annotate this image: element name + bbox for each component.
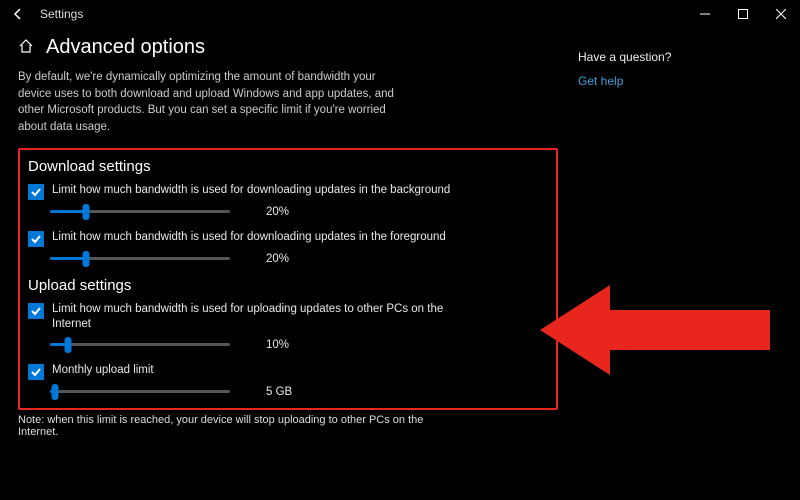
maximize-icon: [738, 9, 748, 19]
titlebar: Settings: [0, 0, 800, 28]
maximize-button[interactable]: [724, 0, 762, 28]
download-foreground-value: 20%: [266, 253, 289, 265]
check-icon: [30, 305, 42, 317]
highlight-box: Download settings Limit how much bandwid…: [18, 148, 558, 410]
monthly-limit-label: Monthly upload limit: [52, 363, 154, 379]
get-help-link[interactable]: Get help: [578, 74, 758, 88]
page-description: By default, we're dynamically optimizing…: [18, 69, 398, 136]
slider-thumb[interactable]: [52, 384, 59, 400]
upload-bandwidth-checkbox[interactable]: [28, 303, 44, 319]
upload-bandwidth-value: 10%: [266, 339, 289, 351]
upload-bandwidth-slider[interactable]: [50, 343, 230, 346]
page-title: Advanced options: [46, 36, 205, 59]
annotation-arrow-icon: [540, 280, 770, 380]
upload-bandwidth-label: Limit how much bandwidth is used for upl…: [52, 302, 482, 333]
download-section-title: Download settings: [28, 158, 548, 175]
window-title: Settings: [40, 7, 83, 21]
download-background-checkbox[interactable]: [28, 184, 44, 200]
check-icon: [30, 233, 42, 245]
monthly-limit-checkbox[interactable]: [28, 364, 44, 380]
download-foreground-label: Limit how much bandwidth is used for dow…: [52, 230, 446, 246]
monthly-limit-value: 5 GB: [266, 386, 292, 398]
download-foreground-checkbox[interactable]: [28, 231, 44, 247]
download-background-label: Limit how much bandwidth is used for dow…: [52, 183, 450, 199]
close-button[interactable]: [762, 0, 800, 28]
help-question: Have a question?: [578, 50, 758, 64]
check-icon: [30, 366, 42, 378]
slider-thumb[interactable]: [83, 204, 90, 220]
back-button[interactable]: [10, 6, 26, 22]
minimize-icon: [700, 9, 710, 19]
footnote: Note: when this limit is reached, your d…: [18, 414, 448, 438]
monthly-limit-slider[interactable]: [50, 390, 230, 393]
download-foreground-slider[interactable]: [50, 257, 230, 260]
main-panel: Advanced options By default, we're dynam…: [18, 30, 558, 438]
download-background-value: 20%: [266, 206, 289, 218]
slider-fill: [50, 257, 86, 260]
minimize-button[interactable]: [686, 0, 724, 28]
download-background-slider[interactable]: [50, 210, 230, 213]
slider-thumb[interactable]: [65, 337, 72, 353]
close-icon: [776, 9, 786, 19]
slider-thumb[interactable]: [83, 251, 90, 267]
window-controls: [686, 0, 800, 28]
check-icon: [30, 186, 42, 198]
slider-fill: [50, 210, 86, 213]
home-icon[interactable]: [18, 38, 34, 57]
arrow-left-icon: [11, 7, 25, 21]
upload-section-title: Upload settings: [28, 277, 548, 294]
